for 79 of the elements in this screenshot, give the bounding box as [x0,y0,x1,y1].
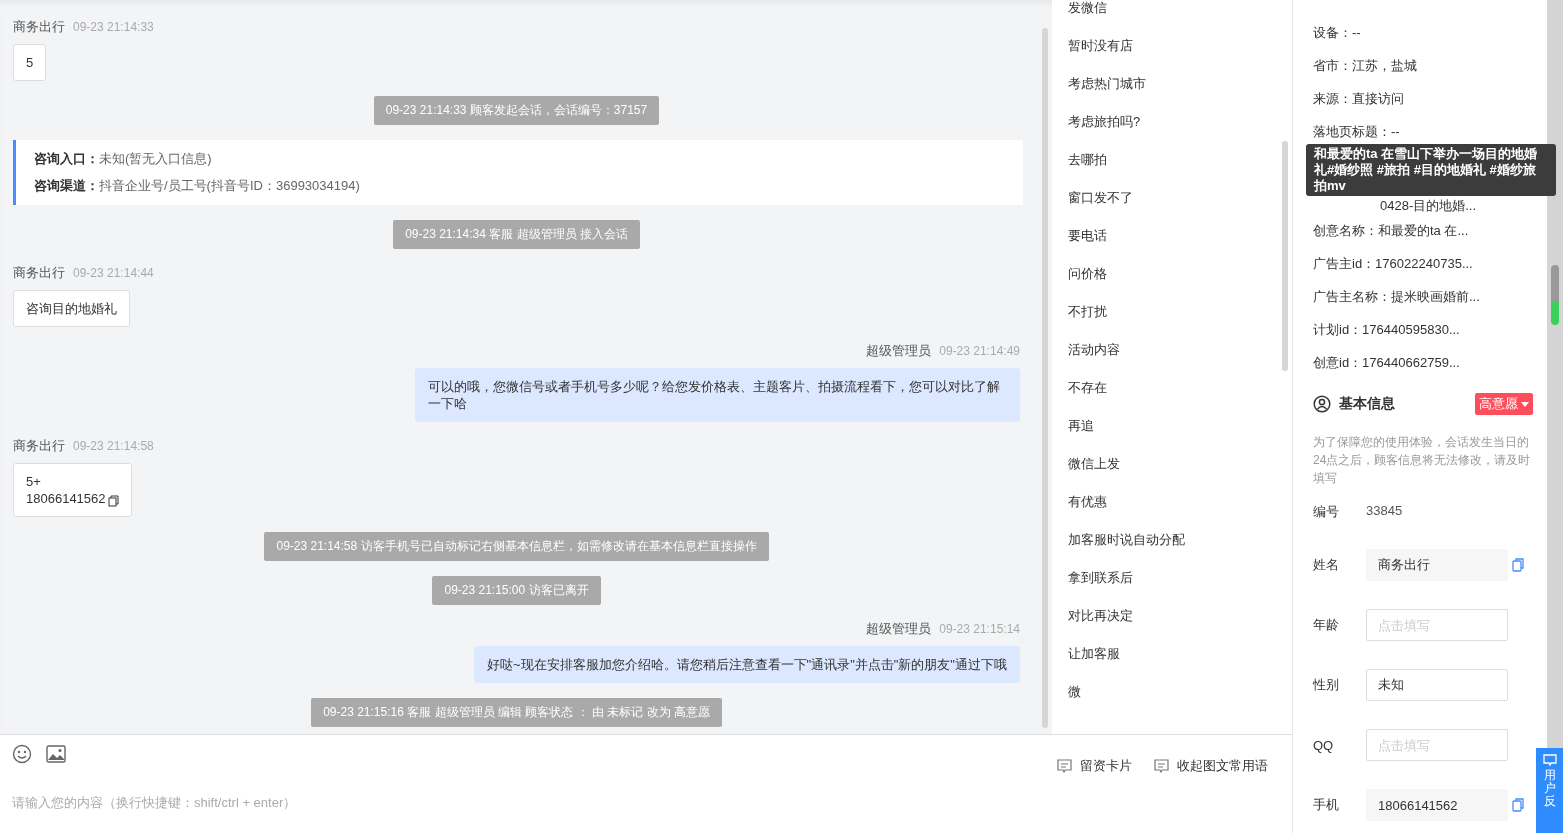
message-time: 09-23 21:14:49 [939,344,1020,358]
visit-info-row: 广告主id：176022240735... [1313,255,1473,273]
message-time: 09-23 21:14:33 [73,20,154,34]
quick-reply-item[interactable]: 不打扰 [1068,293,1292,331]
visit-info-row: 创意id：176440662759... [1313,354,1460,372]
system-notice: 09-23 21:14:58 访客手机号已自动标记右侧基本信息栏，如需修改请在基本信息栏直接操作 [264,532,769,561]
toolbar-button[interactable]: 收起图文常用语 [1154,757,1268,775]
message-bubble: 5+ 18066141562 [13,463,132,517]
scrollbar[interactable] [1282,141,1288,371]
message-icon [1154,759,1169,773]
system-notice: 09-23 21:14:34 客服 超级管理员 接入会话 [393,220,640,249]
visit-info-row: 落地页标题：-- [1313,123,1400,141]
quick-reply-item[interactable]: 微信上发 [1068,445,1292,483]
message-icon [1057,759,1072,773]
quick-reply-item[interactable]: 去哪拍 [1068,141,1292,179]
quick-reply-item[interactable]: 拿到联系后 [1068,559,1292,597]
visit-info-row: 计划id：176440595830... [1313,321,1460,339]
input-field[interactable]: 未知 [1366,669,1508,701]
visit-info-row: 来源：直接访问 [1313,90,1404,108]
quick-reply-item[interactable]: 加客服时说自动分配 [1068,521,1292,559]
user-icon [1313,395,1331,413]
quick-reply-item[interactable]: 活动内容 [1068,331,1292,369]
input-field[interactable]: 18066141562 [1366,789,1508,821]
caret-icon [1521,401,1529,407]
message-bubble: 5 [13,44,47,81]
field-label: 手机 [1313,796,1340,814]
quick-reply-item[interactable]: 考虑热门城市 [1068,65,1292,103]
visit-info-row: 广告主名称：提米映画婚前... [1313,288,1480,306]
sender-name: 商务出行 [13,18,65,36]
sender-name: 超级管理员 [866,620,932,638]
field-label: 姓名 [1313,556,1340,574]
message-time: 09-23 21:14:58 [73,439,154,453]
emoji-icon[interactable] [12,744,32,764]
input-field[interactable]: 商务出行 [1366,549,1508,581]
notice-text: 为了保障您的使用体验，会话发生当日的24点之后，顾客信息将无法修改，请及时填写 [1313,434,1532,487]
visit-info-row: 0428-目的地婚... [1380,197,1477,215]
sender-name: 商务出行 [13,437,65,455]
quick-reply-item[interactable]: 窗口发不了 [1068,179,1292,217]
quick-reply-item[interactable]: 让加客服 [1068,635,1292,673]
quick-reply-item[interactable]: 再追 [1068,407,1292,445]
quick-reply-item[interactable]: 发微信 [1068,0,1292,27]
system-notice: 09-23 21:15:16 客服 超级管理员 编辑 顾客状态 ： 由 未标记 改为 高意愿 [311,698,722,727]
message-bubble: 好哒~现在安排客服加您介绍哈。请您稍后注意查看一下"通讯录"并点击"新的朋友"通过下哦 [473,646,1020,683]
message-time: 09-23 21:14:44 [73,266,154,280]
field-label: 编号 [1313,503,1340,521]
sender-name: 商务出行 [13,264,65,282]
chat-icon [1542,754,1557,767]
info-row-text: 咨询入口：未知(暂无入口信息) [34,150,213,168]
scroll-thumb[interactable] [1551,265,1559,325]
tooltip: 和最爱的ta 在雪山下举办一场目的地婚礼#婚纱照 #旅拍 #目的地婚礼 #婚纱旅拍mv [1306,144,1556,196]
visit-info-row: 设备：-- [1313,24,1361,42]
quick-reply-item[interactable]: 考虑旅拍吗? [1068,103,1292,141]
info-row-text: 咨询渠道：抖音企业号/员工号(抖音号ID：36993034194) [34,177,361,195]
copy-icon[interactable] [1512,558,1525,572]
field-value: 33845 [1366,503,1403,520]
quick-reply-item[interactable]: 问价格 [1068,255,1292,293]
message-time: 09-23 21:15:14 [939,622,1020,636]
quick-reply-item[interactable]: 微 [1068,673,1292,711]
field-label: 性别 [1313,676,1340,694]
quick-reply-item[interactable]: 对比再决定 [1068,597,1292,635]
visit-info-row: 省市：江苏，盐城 [1313,57,1417,75]
quick-reply-item[interactable]: 暂时没有店 [1068,27,1292,65]
copy-icon[interactable] [1512,798,1525,812]
quick-reply-item[interactable]: 要电话 [1068,217,1292,255]
message-bubble: 可以的哦，您微信号或者手机号多少呢？给您发价格表、主题客片、拍摄流程看下，您可以对比了解一下哈 [415,368,1020,422]
section-title: 基本信息 [1339,395,1396,413]
copy-icon[interactable] [107,495,119,507]
quick-reply-item[interactable]: 有优惠 [1068,483,1292,521]
field-label: 年龄 [1313,616,1340,634]
field-label: QQ [1313,737,1335,753]
message-bubble: 咨询目的地婚礼 [13,290,130,327]
toolbar-button[interactable]: 留资卡片 [1057,757,1132,775]
quick-reply-item[interactable]: 不存在 [1068,369,1292,407]
visit-info-row: 创意名称：和最爱的ta 在... [1313,222,1469,240]
system-notice: 09-23 21:15:00 访客已离开 [432,576,601,605]
system-notice: 09-23 21:14:33 顾客发起会话，会话编号：37157 [373,96,660,125]
scrollbar[interactable] [1042,28,1048,728]
image-icon[interactable] [46,745,66,763]
sender-name: 超级管理员 [866,342,932,360]
